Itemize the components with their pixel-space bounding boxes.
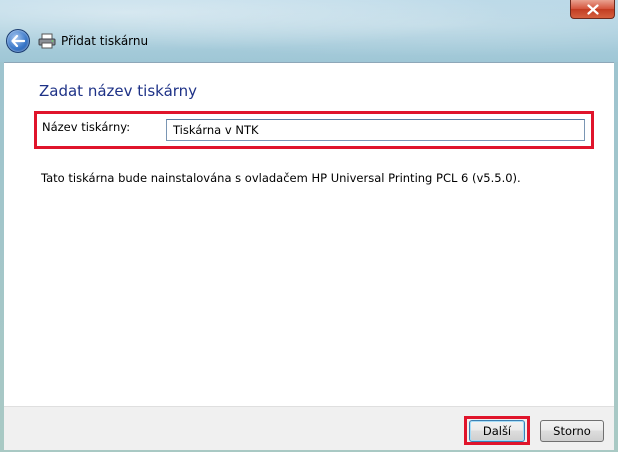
back-button[interactable] — [6, 29, 30, 53]
window-frame-right — [614, 62, 618, 452]
wizard-content: Zadat název tiskárny Název tiskárny: Tat… — [4, 62, 614, 406]
page-heading: Zadat název tiskárny — [39, 82, 198, 100]
printer-icon — [38, 33, 56, 49]
close-icon — [586, 3, 599, 15]
back-arrow-icon — [11, 35, 25, 47]
driver-info-text: Tato tiskárna bude nainstalována s ovlad… — [41, 171, 521, 185]
printer-name-input[interactable] — [166, 119, 585, 141]
printer-name-label: Název tiskárny: — [42, 120, 131, 134]
wizard-footer: Další Storno — [4, 406, 614, 450]
window-title-bar — [0, 0, 618, 62]
close-button[interactable] — [570, 0, 615, 19]
cancel-button[interactable]: Storno — [540, 420, 604, 442]
window-title: Přidat tiskárnu — [61, 34, 149, 48]
next-button[interactable]: Další — [469, 420, 525, 442]
